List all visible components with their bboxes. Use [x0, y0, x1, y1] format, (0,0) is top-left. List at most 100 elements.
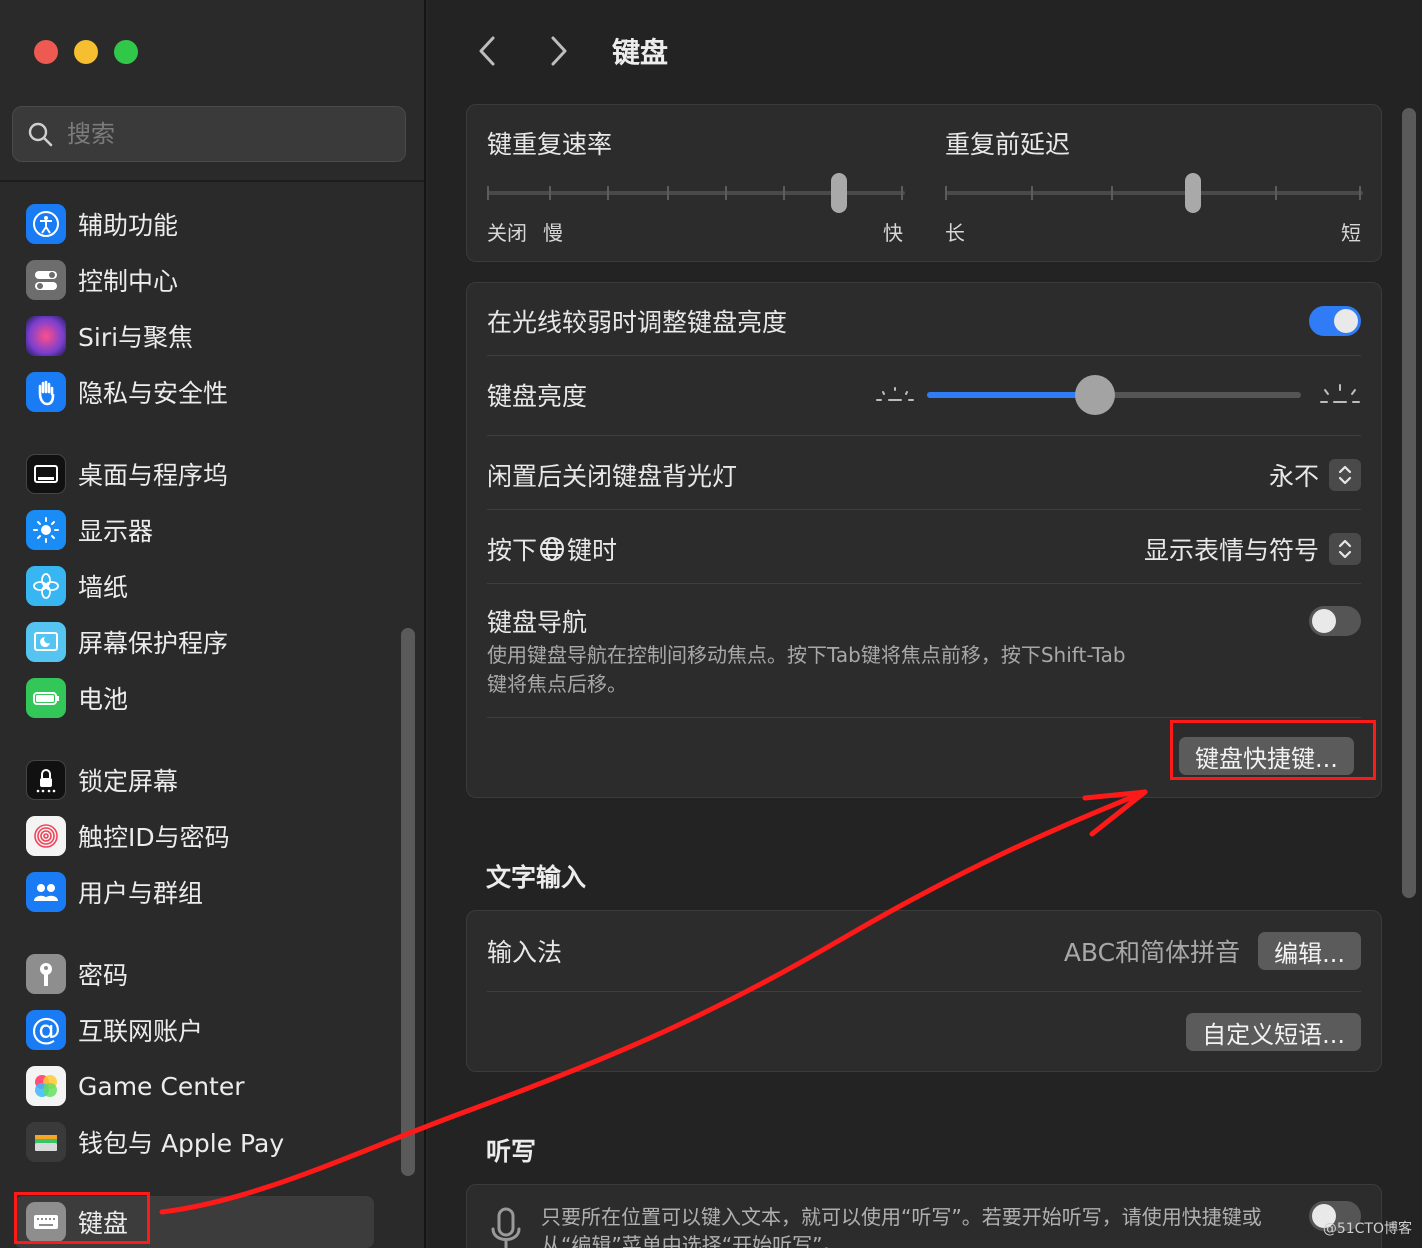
sidebar-item-label: 辅助功能 — [78, 211, 179, 240]
sidebar-scrollbar[interactable] — [401, 628, 415, 1176]
sidebar-item-label: 互联网账户 — [78, 1017, 204, 1046]
description-line: 使用键盘导航在控制间移动焦点。按下Tab键将焦点前移，按下Shift-Tab — [487, 643, 1126, 667]
shortcuts-button-highlight — [1170, 720, 1376, 780]
back-button[interactable] — [470, 26, 504, 76]
slider-tick — [901, 186, 903, 200]
sidebar-item-wallpaper[interactable]: 墙纸 — [14, 560, 374, 612]
slider-thumb[interactable] — [1185, 173, 1201, 213]
game-center-icon — [26, 1066, 66, 1106]
sidebar-item-control-center[interactable]: 控制中心 — [14, 254, 374, 306]
auto-brightness-label: 在光线较弱时调整键盘亮度 — [487, 308, 788, 337]
input-sources-row: 输入法 ABC和简体拼音 编辑... — [487, 929, 1361, 973]
delay-long-caption: 长 — [945, 221, 965, 245]
rate-fast-caption: 快 — [883, 221, 903, 245]
slider-tick — [783, 186, 785, 200]
sidebar-item-passwords[interactable]: 密码 — [14, 948, 374, 1000]
slider-tick — [945, 186, 947, 200]
zoom-button[interactable] — [114, 40, 138, 64]
sidebar-item-screensaver[interactable]: 屏幕保护程序 — [14, 616, 374, 668]
auto-brightness-toggle[interactable] — [1309, 306, 1361, 336]
keyboard-brightness-slider[interactable] — [927, 373, 1307, 417]
toolbar: 键盘 — [470, 26, 668, 76]
main-scrollbar[interactable] — [1402, 108, 1416, 898]
rate-slow-caption: 慢 — [543, 221, 563, 245]
main-pane: 键盘 键重复速率 重复前延迟 关闭 慢 快 长 短 在光线较弱时调整键盘亮度 键… — [428, 0, 1422, 1248]
chevron-left-icon — [479, 36, 495, 66]
search-input[interactable] — [67, 120, 367, 148]
slider-tick — [1275, 186, 1277, 200]
search-field[interactable] — [12, 106, 406, 162]
delay-until-repeat-slider[interactable] — [945, 171, 1365, 215]
toggle-knob — [1334, 309, 1358, 333]
sidebar-item-displays[interactable]: 显示器 — [14, 504, 374, 556]
keyboard-navigation-toggle[interactable] — [1309, 606, 1361, 636]
slider-track — [945, 191, 1363, 195]
keyboard-brightness-label: 键盘亮度 — [487, 382, 588, 411]
row-divider — [487, 717, 1361, 718]
delay-short-caption: 短 — [1341, 221, 1361, 245]
lock-icon — [26, 760, 66, 800]
flower-icon — [26, 566, 66, 606]
dictation-section-title: 听写 — [486, 1137, 537, 1166]
sidebar-item-touch-id[interactable]: 触控ID与密码 — [14, 810, 374, 862]
chevron-right-icon — [551, 36, 567, 66]
microphone-icon — [491, 1207, 521, 1248]
rate-off-caption: 关闭 — [487, 221, 527, 245]
slider-thumb[interactable] — [831, 173, 847, 213]
window-controls — [34, 40, 138, 64]
sidebar-item-label: 隐私与安全性 — [78, 379, 229, 408]
control-center-icon — [26, 260, 66, 300]
input-sources-value: ABC和简体拼音 — [1063, 938, 1241, 967]
forward-button[interactable] — [542, 26, 576, 76]
edit-input-sources-button[interactable]: 编辑... — [1258, 932, 1361, 970]
sidebar-item-wallet[interactable]: 钱包与 Apple Pay — [14, 1116, 374, 1168]
sidebar-item-label: 电池 — [78, 685, 129, 714]
sidebar-item-siri[interactable]: Siri与聚焦 — [14, 310, 374, 362]
watermark: @51CTO博客 — [1322, 1221, 1412, 1237]
sidebar-item-label: 墙纸 — [78, 573, 129, 602]
auto-brightness-row: 在光线较弱时调整键盘亮度 — [487, 301, 1361, 341]
sidebar-item-label: 显示器 — [78, 517, 154, 546]
sidebar-item-game-center[interactable]: Game Center — [14, 1060, 374, 1112]
chevron-up-down-icon — [1329, 459, 1361, 491]
slider-tick — [1111, 186, 1113, 200]
battery-icon — [26, 678, 66, 718]
sidebar-item-privacy[interactable]: 隐私与安全性 — [14, 366, 374, 418]
minimize-button[interactable] — [74, 40, 98, 64]
key-repeat-rate-label: 键重复速率 — [487, 130, 613, 159]
at-icon: @ — [26, 1010, 66, 1050]
users-icon — [26, 872, 66, 912]
text-replacements-button[interactable]: 自定义短语... — [1186, 1013, 1361, 1051]
slider-fill — [927, 392, 1096, 398]
text-input-section-title: 文字输入 — [486, 863, 587, 892]
search-icon — [28, 122, 53, 147]
globe-icon — [540, 537, 565, 561]
keyboard-navigation-label: 键盘导航 — [487, 608, 588, 637]
slider-tick — [1359, 186, 1361, 200]
slider-thumb[interactable] — [1075, 375, 1116, 415]
sidebar-item-label: 用户与群组 — [78, 879, 204, 908]
sidebar-item-desktop-dock[interactable]: 桌面与程序坞 — [14, 448, 374, 500]
sun-icon — [26, 510, 66, 550]
close-button[interactable] — [34, 40, 58, 64]
brightness-low-icon — [876, 387, 914, 401]
input-sources-label: 输入法 — [487, 938, 563, 967]
key-repeat-rate-slider[interactable] — [487, 171, 907, 215]
sidebar-item-lock-screen[interactable]: 锁定屏幕 — [14, 754, 374, 806]
sidebar-item-users[interactable]: 用户与群组 — [14, 866, 374, 918]
screensaver-icon — [26, 622, 66, 662]
sidebar-item-battery[interactable]: 电池 — [14, 672, 374, 724]
slider-tick — [1031, 186, 1033, 200]
row-divider — [487, 583, 1361, 584]
sidebar-keyboard-highlight — [14, 1192, 150, 1244]
globe-key-popup[interactable]: 显示表情与符号 — [1144, 531, 1361, 567]
backlight-off-popup[interactable]: 永不 — [1269, 457, 1361, 493]
toggle-knob — [1312, 609, 1336, 633]
wallet-icon — [26, 1122, 66, 1162]
dock-icon — [26, 454, 66, 494]
keyboard-navigation-row: 键盘导航 — [487, 601, 1361, 641]
sidebar-item-accessibility[interactable]: 辅助功能 — [14, 198, 374, 250]
slider-tick — [725, 186, 727, 200]
sidebar-item-internet-accounts[interactable]: @ 互联网账户 — [14, 1004, 374, 1056]
keyboard-navigation-description: 使用键盘导航在控制间移动焦点。按下Tab键将焦点前移，按下Shift-Tab 键… — [487, 641, 1126, 699]
